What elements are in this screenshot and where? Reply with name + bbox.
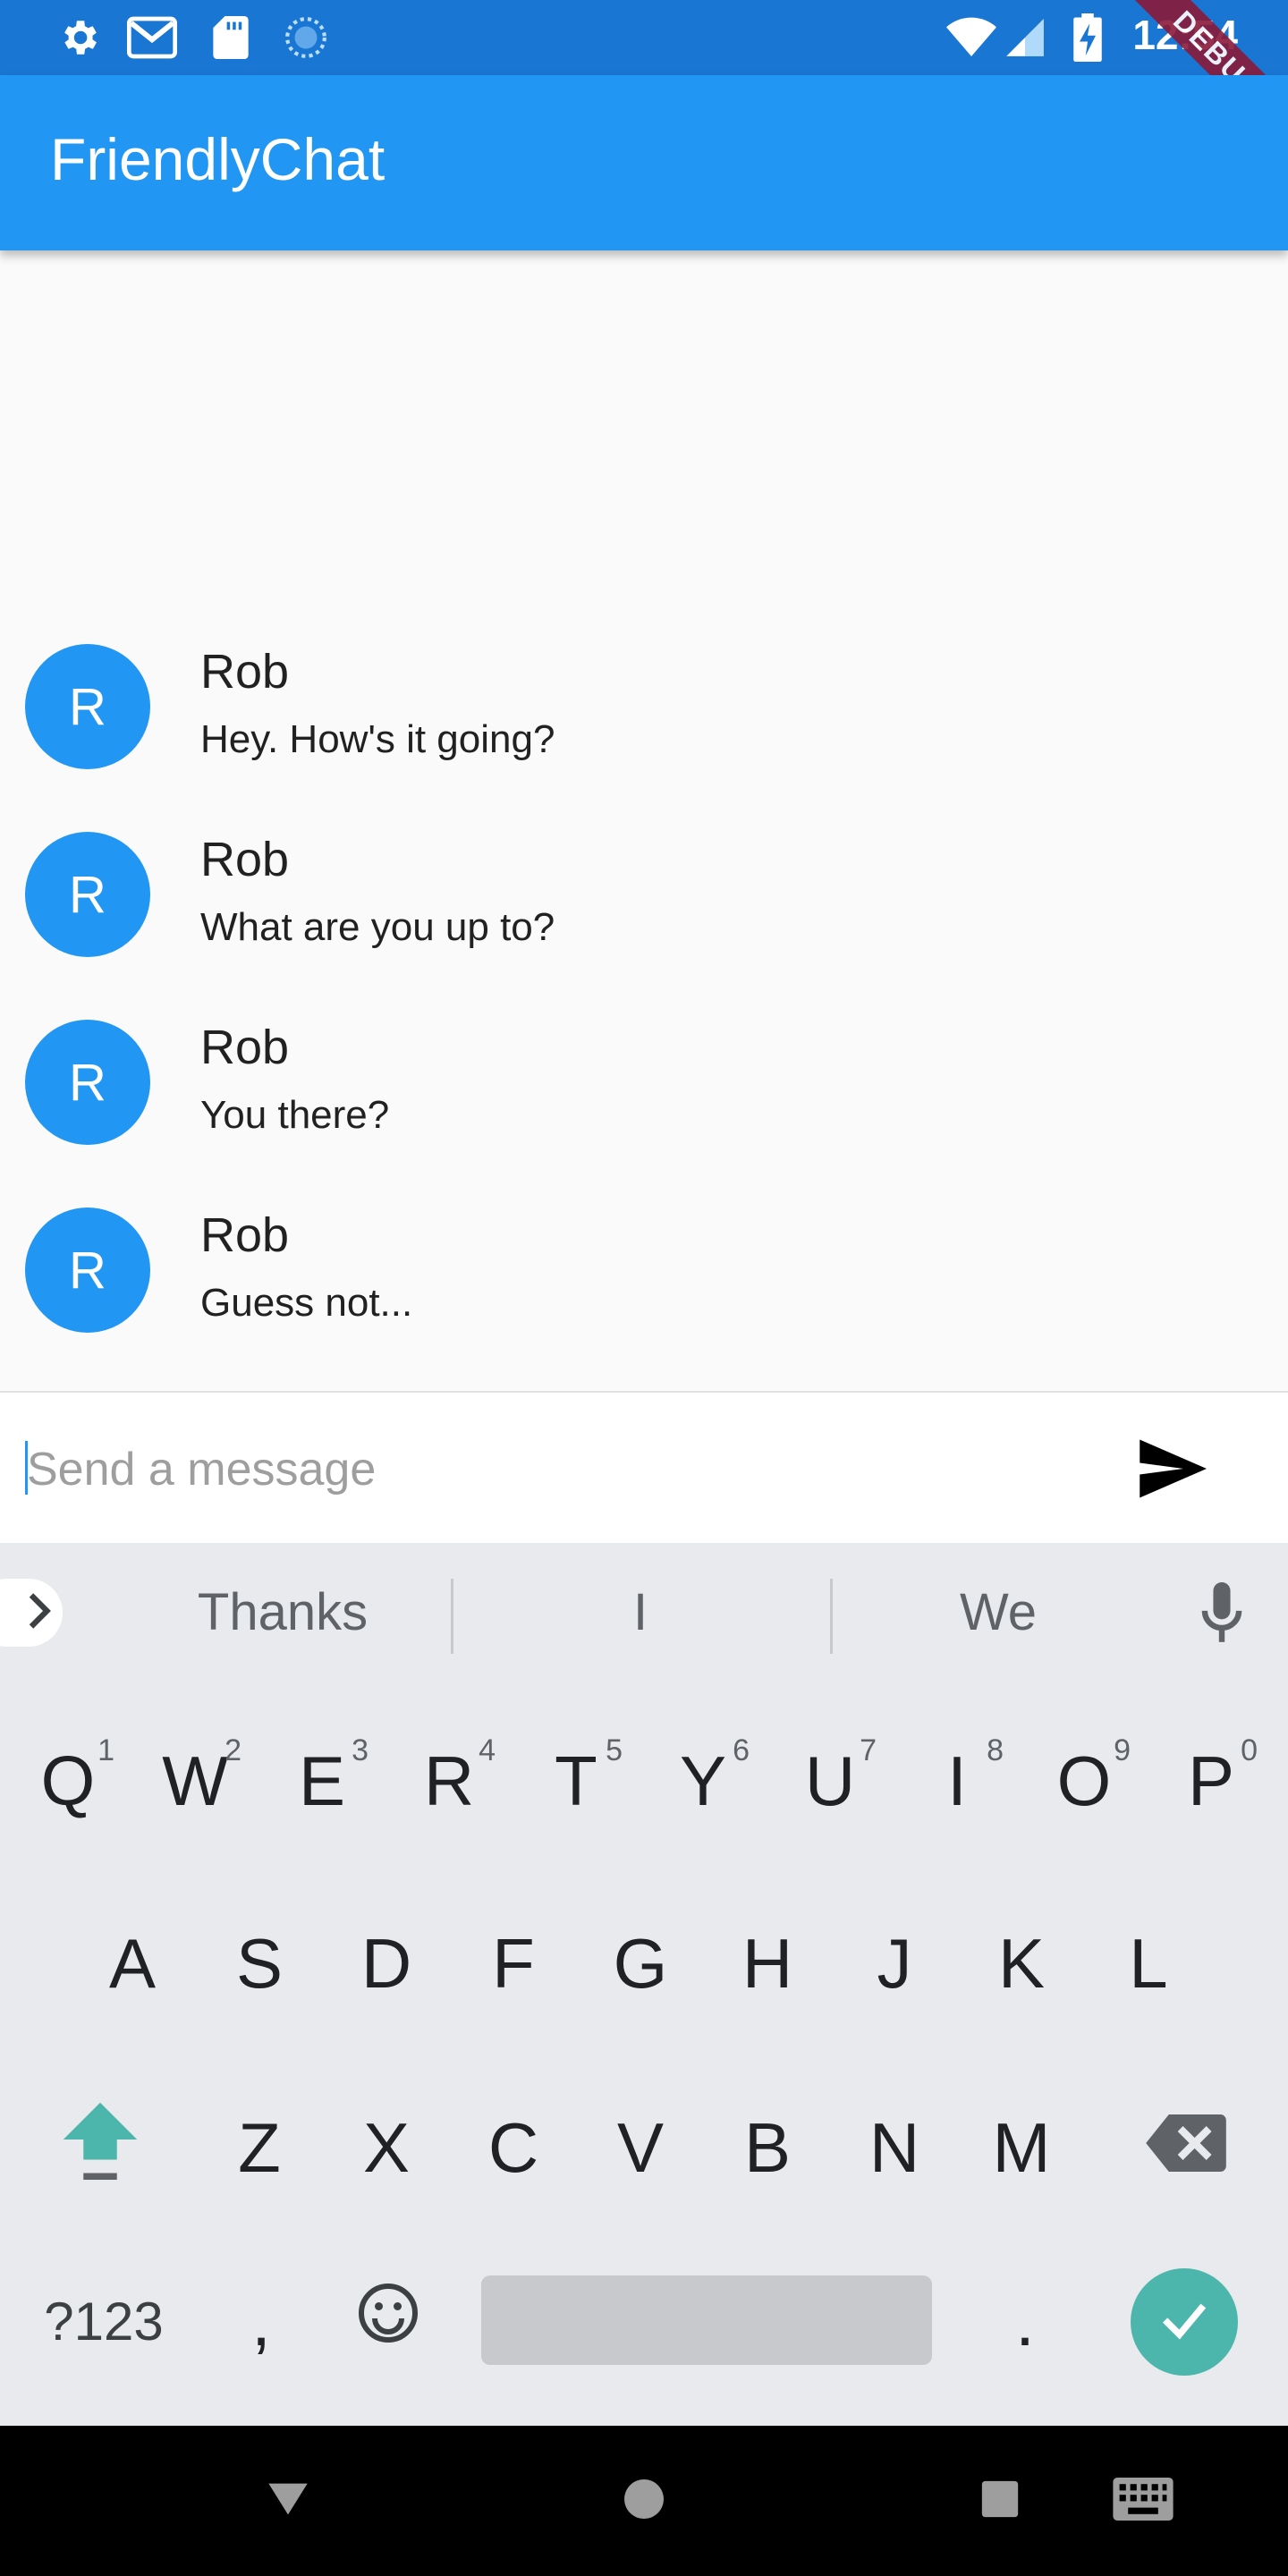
recents-button[interactable] [964, 2465, 1036, 2537]
check-icon [1156, 2292, 1213, 2353]
settings-icon [54, 13, 104, 63]
space-bar[interactable] [481, 2275, 932, 2365]
key-n[interactable]: N [832, 2080, 957, 2215]
suggestion-chip[interactable]: Thanks [143, 1582, 422, 1642]
suggestion-bar: Thanks I We [0, 1543, 1288, 1682]
chevron-right-icon [25, 1592, 55, 1633]
suggestion-chip[interactable]: We [859, 1582, 1138, 1642]
home-circle-icon [623, 2478, 665, 2525]
signal-icon [1000, 13, 1050, 63]
sync-icon [281, 13, 331, 63]
gmail-icon [127, 13, 177, 63]
back-triangle-icon [265, 2479, 311, 2523]
battery-charging-icon [1063, 13, 1113, 63]
message-item: R Rob Guess not... [0, 1208, 1288, 1386]
key-k[interactable]: K [959, 1896, 1084, 2030]
divider [830, 1579, 833, 1654]
key-s[interactable]: S [197, 1896, 322, 2030]
keyboard-switch-button[interactable] [1107, 2465, 1179, 2537]
key-d[interactable]: D [324, 1896, 449, 2030]
message-sender: Rob [200, 1208, 290, 1262]
divider [451, 1579, 453, 1654]
sd-card-icon [206, 13, 256, 63]
message-sender: Rob [200, 1021, 290, 1074]
app-bar: FriendlyChat [0, 75, 1288, 250]
key-q[interactable]: Q1 [5, 1714, 131, 1848]
suggestion-chip[interactable]: I [501, 1582, 780, 1642]
message-sender: Rob [200, 645, 290, 699]
message-item: R Rob What are you up to? [0, 832, 1288, 1011]
key-y[interactable]: Y6 [640, 1714, 766, 1848]
message-item: R Rob Hey. How's it going? [0, 644, 1288, 823]
done-button[interactable] [1131, 2268, 1238, 2376]
key-w[interactable]: W2 [132, 1714, 258, 1848]
message-text: Guess not... [200, 1281, 413, 1325]
symbols-key[interactable]: ?123 [32, 2254, 175, 2388]
avatar: R [25, 1208, 150, 1333]
avatar: R [25, 832, 150, 957]
key-i[interactable]: I8 [894, 1714, 1020, 1848]
back-button[interactable] [252, 2465, 324, 2537]
key-a[interactable]: A [70, 1896, 195, 2030]
avatar: R [25, 644, 150, 769]
message-text: Hey. How's it going? [200, 717, 555, 761]
soft-keyboard: Q1 W2 E3 R4 T5 Y6 U7 I8 O9 P0 A S D F G … [0, 1682, 1288, 2426]
key-o[interactable]: O9 [1021, 1714, 1147, 1848]
message-list[interactable]: R Rob Hey. How's it going? R Rob What ar… [0, 250, 1288, 1391]
keyboard-icon [1113, 2477, 1174, 2525]
key-r[interactable]: R4 [386, 1714, 512, 1848]
key-g[interactable]: G [578, 1896, 703, 2030]
app-title: FriendlyChat [50, 126, 386, 192]
message-input[interactable] [25, 1437, 1084, 1502]
microphone-icon [1199, 1582, 1245, 1648]
key-f[interactable]: F [451, 1896, 576, 2030]
message-sender: Rob [200, 833, 290, 886]
expand-suggestions-button[interactable] [0, 1579, 63, 1647]
send-icon [1137, 1439, 1207, 1503]
key-b[interactable]: B [705, 2080, 830, 2215]
comma-key[interactable]: , [199, 2254, 324, 2388]
period-key[interactable]: . [962, 2254, 1088, 2388]
key-v[interactable]: V [578, 2080, 703, 2215]
navigation-bar [0, 2426, 1288, 2576]
key-p[interactable]: P0 [1148, 1714, 1274, 1848]
key-e[interactable]: E3 [259, 1714, 385, 1848]
key-j[interactable]: J [832, 1896, 957, 2030]
backspace-icon [1146, 2107, 1226, 2189]
avatar: R [25, 1020, 150, 1145]
key-z[interactable]: Z [197, 2080, 322, 2215]
send-button[interactable] [1127, 1430, 1216, 1511]
message-text: You there? [200, 1093, 390, 1137]
key-l[interactable]: L [1086, 1896, 1211, 2030]
shift-key[interactable] [38, 2080, 163, 2215]
key-h[interactable]: H [705, 1896, 830, 2030]
key-c[interactable]: C [451, 2080, 576, 2215]
emoji-key[interactable] [326, 2254, 451, 2388]
message-text: What are you up to? [200, 905, 555, 949]
emoji-icon [356, 2281, 420, 2362]
wifi-icon [946, 13, 996, 63]
message-composer [0, 1391, 1288, 1545]
text-caret [25, 1441, 28, 1495]
status-bar: 12:54 [0, 0, 1288, 75]
home-button[interactable] [608, 2465, 680, 2537]
microphone-button[interactable] [1199, 1582, 1252, 1645]
recents-square-icon [980, 2479, 1020, 2523]
key-m[interactable]: M [959, 2080, 1084, 2215]
backspace-key[interactable] [1123, 2080, 1249, 2215]
key-x[interactable]: X [324, 2080, 449, 2215]
shift-icon [60, 2095, 140, 2201]
message-item: R Rob You there? [0, 1020, 1288, 1199]
key-u[interactable]: U7 [767, 1714, 893, 1848]
key-t[interactable]: T5 [513, 1714, 639, 1848]
